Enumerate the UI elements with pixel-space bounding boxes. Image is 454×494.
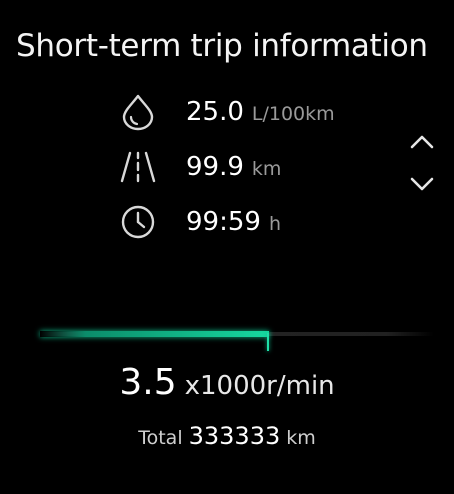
- trip-time-unit: h: [268, 212, 281, 235]
- rpm-bar-fill: [40, 331, 269, 337]
- clock-icon: [118, 202, 158, 242]
- chevron-down-icon: [409, 176, 435, 196]
- page-title: Short-term trip information: [16, 28, 428, 64]
- metric-trip-distance: 99.9 km: [118, 147, 281, 187]
- rpm-bar-marker: [267, 333, 269, 351]
- trip-time-value: 99:59: [186, 207, 261, 237]
- rpm-unit: x1000r/min: [184, 371, 335, 401]
- metric-fuel-consumption: 25.0 L/100km: [118, 92, 335, 132]
- total-unit: km: [286, 427, 316, 449]
- fuel-drop-icon: [118, 92, 158, 132]
- page-up-button[interactable]: [400, 128, 444, 160]
- fuel-consumption-value: 25.0: [186, 97, 244, 127]
- page-down-button[interactable]: [400, 170, 444, 202]
- road-distance-icon: [118, 147, 158, 187]
- total-value: 333333: [188, 422, 281, 450]
- trip-distance-unit: km: [251, 157, 282, 180]
- fuel-consumption-unit: L/100km: [251, 102, 335, 125]
- total-label: Total: [138, 427, 183, 449]
- rpm-readout: 3.5 x1000r/min: [0, 362, 454, 403]
- trip-info-panel: Short-term trip information 25.0 L/100km…: [0, 0, 454, 494]
- trip-distance-value: 99.9: [186, 152, 244, 182]
- total-odometer: Total 333333 km: [0, 422, 454, 450]
- chevron-up-icon: [409, 134, 435, 154]
- metric-trip-time: 99:59 h: [118, 202, 281, 242]
- rpm-value: 3.5: [119, 362, 177, 403]
